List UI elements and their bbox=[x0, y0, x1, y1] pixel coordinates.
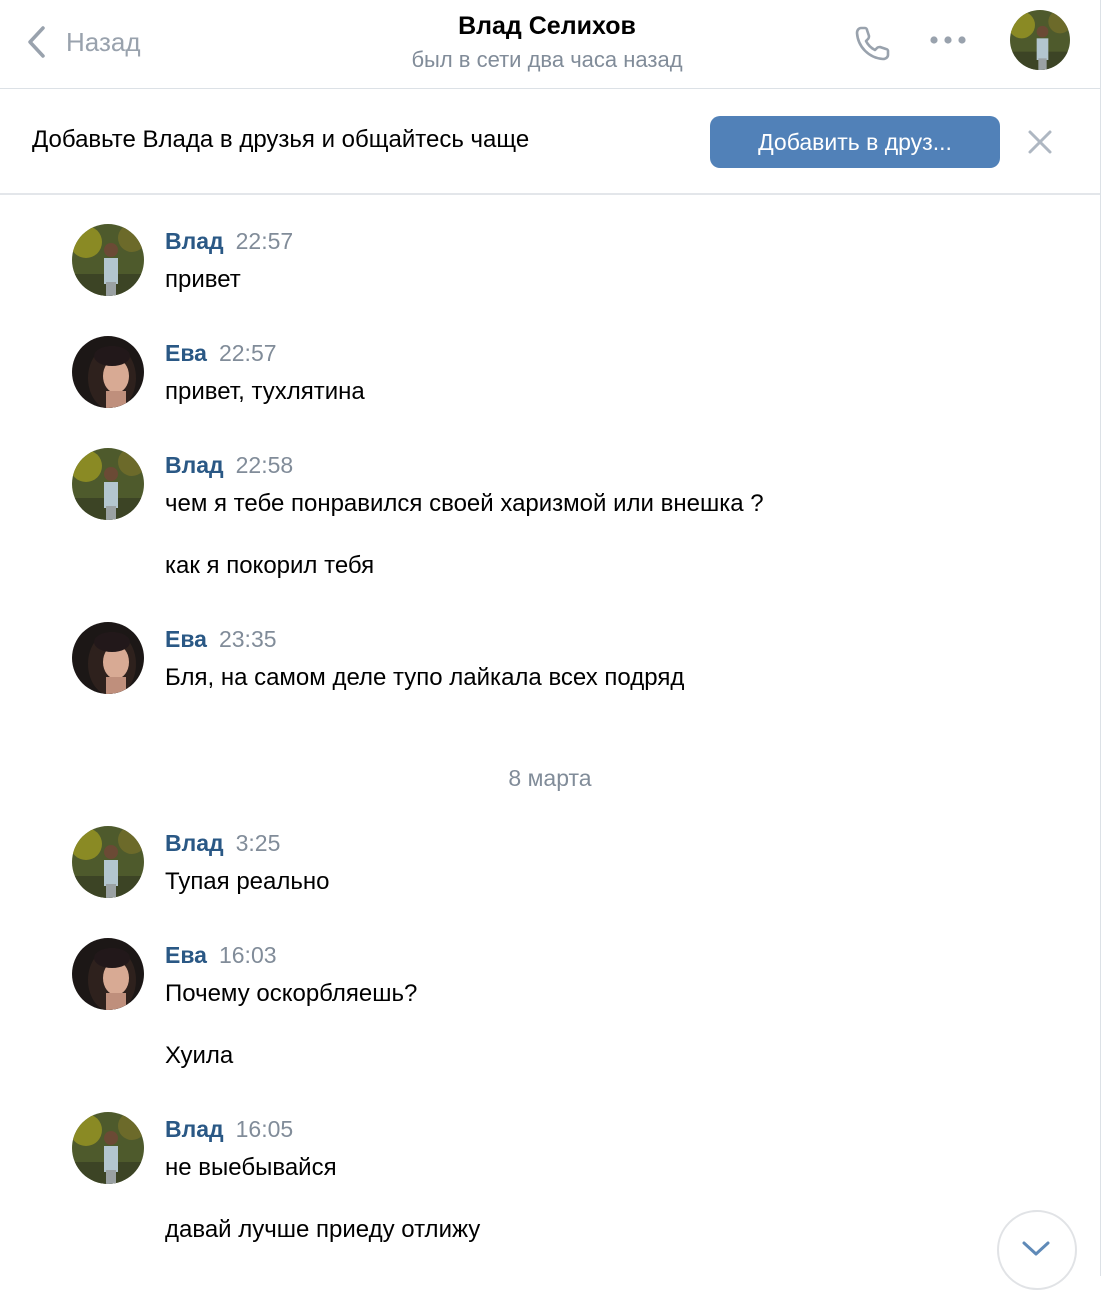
vlad-photo bbox=[72, 224, 144, 296]
vlad-photo bbox=[72, 826, 144, 898]
avatar-vlad[interactable] bbox=[72, 224, 144, 296]
panel-border bbox=[1100, 0, 1101, 1276]
message-time: 16:03 bbox=[218, 942, 277, 968]
back-button[interactable]: Назад bbox=[26, 22, 141, 62]
message-time: 3:25 bbox=[235, 830, 281, 856]
chat-title-block[interactable]: Влад Селихов был в сети два часа назад bbox=[300, 10, 794, 76]
message-text: чем я тебе понравился своей харизмой или… bbox=[165, 490, 764, 517]
message-time: 22:57 bbox=[218, 340, 277, 366]
message-author[interactable]: Ева bbox=[165, 626, 207, 652]
chat-header: Назад Влад Селихов был в сети два часа н… bbox=[0, 0, 1100, 89]
close-icon bbox=[1028, 130, 1052, 154]
message-author[interactable]: Влад bbox=[165, 228, 224, 254]
close-banner-button[interactable] bbox=[1027, 129, 1053, 160]
message-text: Хуила bbox=[165, 1042, 234, 1069]
message-text: привет bbox=[165, 266, 241, 293]
message-text: Тупая реально bbox=[165, 868, 330, 895]
message-text: Почему оскорбляешь? bbox=[165, 980, 418, 1007]
eva-photo bbox=[72, 938, 144, 1010]
message-time: 22:58 bbox=[235, 452, 294, 478]
message-author[interactable]: Влад bbox=[165, 452, 224, 478]
message-text: привет, тухлятина bbox=[165, 378, 365, 405]
banner-text: Добавьте Влада в друзья и общайтесь чаще bbox=[32, 126, 530, 153]
back-label: Назад bbox=[66, 26, 141, 57]
chevron-left-icon bbox=[28, 26, 45, 58]
add-friend-button[interactable]: Добавить в друз... bbox=[710, 116, 1000, 168]
eva-photo bbox=[72, 622, 144, 694]
avatar-vlad[interactable] bbox=[72, 448, 144, 520]
vlad-photo bbox=[72, 1112, 144, 1184]
message-author[interactable]: Ева bbox=[165, 942, 207, 968]
vlad-photo bbox=[1010, 10, 1070, 70]
scroll-to-bottom-button[interactable] bbox=[997, 1210, 1077, 1290]
phone-icon bbox=[855, 26, 890, 61]
message-text: не выебывайся bbox=[165, 1154, 337, 1181]
chat-title[interactable]: Влад Селихов bbox=[300, 10, 794, 42]
online-status: был в сети два часа назад bbox=[411, 47, 683, 72]
chevron-down-icon bbox=[1022, 1241, 1050, 1256]
message-time: 16:05 bbox=[235, 1116, 294, 1142]
message-time: 23:35 bbox=[218, 626, 277, 652]
chat-avatar[interactable] bbox=[1010, 10, 1070, 70]
eva-photo bbox=[72, 336, 144, 408]
call-button[interactable] bbox=[852, 22, 894, 69]
message-author[interactable]: Влад bbox=[165, 830, 224, 856]
add-friend-banner: Добавьте Влада в друзья и общайтесь чаще… bbox=[0, 89, 1100, 195]
message-text: давай лучше приеду отлижу bbox=[165, 1216, 481, 1243]
message-time: 22:57 bbox=[235, 228, 294, 254]
vlad-photo bbox=[72, 448, 144, 520]
avatar-eva[interactable] bbox=[72, 938, 144, 1010]
avatar-vlad[interactable] bbox=[72, 1112, 144, 1184]
avatar-eva[interactable] bbox=[72, 622, 144, 694]
avatar-eva[interactable] bbox=[72, 336, 144, 408]
message-author[interactable]: Влад bbox=[165, 1116, 224, 1142]
message-text: Бля, на самом деле тупо лайкала всех под… bbox=[165, 664, 685, 691]
avatar-vlad[interactable] bbox=[72, 826, 144, 898]
more-button[interactable] bbox=[928, 30, 968, 55]
date-separator: 8 марта bbox=[508, 765, 592, 791]
message-author[interactable]: Ева bbox=[165, 340, 207, 366]
more-dots-icon bbox=[930, 36, 966, 44]
message-text: как я покорил тебя bbox=[165, 552, 375, 579]
